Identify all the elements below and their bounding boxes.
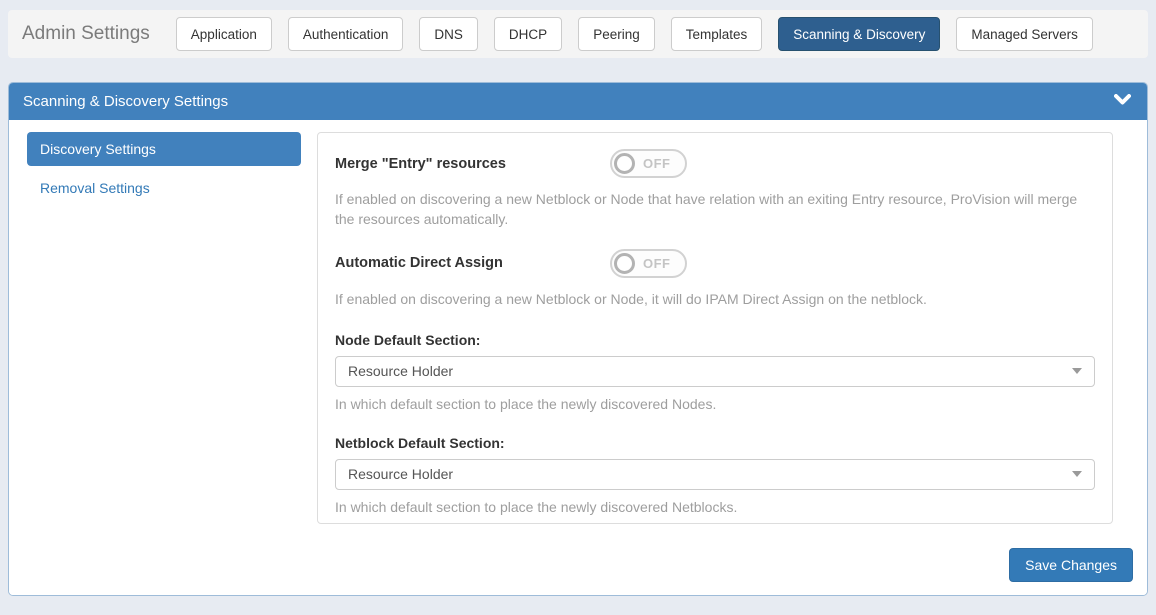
merge-entry-description: If enabled on discovering a new Netblock… — [335, 189, 1095, 230]
tab-peering[interactable]: Peering — [578, 17, 655, 51]
merge-entry-toggle-state: OFF — [635, 156, 683, 171]
auto-direct-assign-row: Automatic Direct Assign OFF — [335, 249, 1095, 278]
chevron-down-icon — [1114, 93, 1131, 111]
panel-body: Discovery Settings Removal Settings Merg… — [9, 120, 1147, 596]
auto-direct-assign-description: If enabled on discovering a new Netblock… — [335, 289, 1095, 309]
tab-templates[interactable]: Templates — [671, 17, 763, 51]
settings-sidebar: Discovery Settings Removal Settings — [19, 132, 301, 582]
toggle-knob-icon — [614, 153, 635, 174]
caret-down-icon — [1072, 368, 1082, 374]
netblock-default-section-help: In which default section to place the ne… — [335, 499, 1095, 515]
tab-scanning-discovery[interactable]: Scanning & Discovery — [778, 17, 940, 51]
admin-settings-topbar: Admin Settings Application Authenticatio… — [8, 10, 1148, 58]
panel-title: Scanning & Discovery Settings — [23, 93, 228, 110]
scanning-discovery-panel: Scanning & Discovery Settings Discovery … — [8, 82, 1148, 596]
netblock-default-section-select[interactable]: Resource Holder — [335, 459, 1095, 490]
auto-direct-assign-label: Automatic Direct Assign — [335, 255, 610, 271]
tab-dhcp[interactable]: DHCP — [494, 17, 562, 51]
node-default-section-value: Resource Holder — [348, 363, 453, 379]
settings-content: Merge "Entry" resources OFF If enabled o… — [301, 132, 1133, 582]
merge-entry-row: Merge "Entry" resources OFF — [335, 149, 1095, 178]
node-default-section-label: Node Default Section: — [335, 332, 1095, 348]
node-default-section-select[interactable]: Resource Holder — [335, 356, 1095, 387]
auto-direct-assign-toggle-state: OFF — [635, 256, 683, 271]
panel-collapse-control[interactable] — [1114, 93, 1131, 111]
toggle-knob-icon — [614, 253, 635, 274]
node-default-section-help: In which default section to place the ne… — [335, 396, 1095, 412]
panel-header[interactable]: Scanning & Discovery Settings — [9, 83, 1147, 120]
tab-application[interactable]: Application — [176, 17, 272, 51]
caret-down-icon — [1072, 471, 1082, 477]
discovery-settings-card: Merge "Entry" resources OFF If enabled o… — [317, 132, 1113, 524]
page-title: Admin Settings — [22, 23, 150, 45]
netblock-default-section-label: Netblock Default Section: — [335, 435, 1095, 451]
settings-tabs: Application Authentication DNS DHCP Peer… — [176, 17, 1093, 51]
tab-authentication[interactable]: Authentication — [288, 17, 404, 51]
auto-direct-assign-toggle[interactable]: OFF — [610, 249, 687, 278]
tab-dns[interactable]: DNS — [419, 17, 478, 51]
merge-entry-toggle[interactable]: OFF — [610, 149, 687, 178]
tab-managed-servers[interactable]: Managed Servers — [956, 17, 1093, 51]
sidebar-item-removal-settings[interactable]: Removal Settings — [27, 171, 301, 205]
save-changes-button[interactable]: Save Changes — [1009, 548, 1133, 582]
sidebar-item-discovery-settings[interactable]: Discovery Settings — [27, 132, 301, 166]
save-row: Save Changes — [317, 548, 1133, 582]
merge-entry-label: Merge "Entry" resources — [335, 156, 610, 172]
netblock-default-section-value: Resource Holder — [348, 466, 453, 482]
